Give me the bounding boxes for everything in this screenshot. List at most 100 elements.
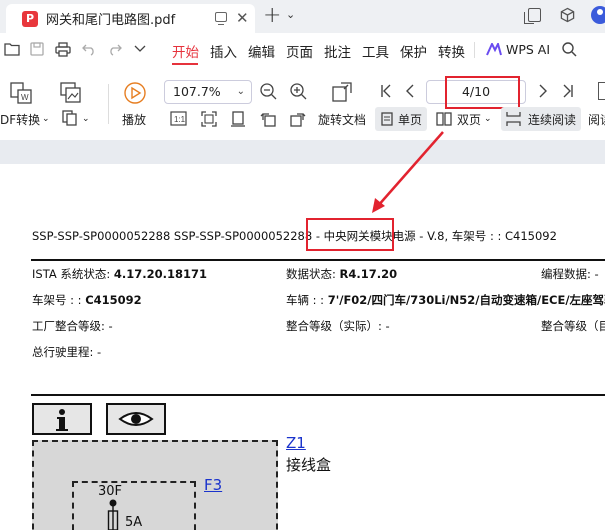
chevron-down-icon[interactable]: ⌄ — [484, 114, 492, 124]
menu-edit[interactable]: 编辑 — [248, 41, 275, 61]
page-view-icon[interactable] — [598, 82, 605, 100]
redo-icon[interactable] — [108, 42, 122, 56]
vehicle-value: 7'/F02/四门车/730Li/N52/自动变速箱/ECE/左座驾驶 — [327, 293, 605, 307]
user-avatar-icon[interactable] — [591, 6, 605, 24]
doc-header-line: SSP-SSP-SP0000052288 SSP-SSP-SP000005228… — [32, 228, 557, 244]
pdf-page: SSP-SSP-SP0000052288 SSP-SSP-SP000005228… — [0, 164, 605, 530]
undo-icon[interactable] — [82, 42, 96, 56]
vehicle: 车辆 : : 7'/F02/四门车/730Li/N52/自动变速箱/ECE/左座… — [286, 292, 605, 308]
reading-mode-button[interactable]: 阅读 — [588, 111, 605, 128]
open-folder-icon[interactable] — [4, 42, 20, 56]
copy-convert-icon[interactable] — [62, 110, 78, 126]
double-page-button[interactable]: 双页 — [457, 111, 481, 128]
fit-page-icon[interactable] — [331, 81, 353, 103]
ribbon-toolbar: W DF转换 ⌄ ⌄ 播放 107.7% ⌄ 1:1 旋转文档 4/10 单页 双… — [0, 66, 605, 140]
fuse-amp-label: 5A — [125, 515, 143, 530]
target-integration-level: 整合等级（目 — [541, 319, 605, 333]
pdf-icon: P — [22, 10, 38, 27]
eye-icon — [118, 412, 154, 426]
toolbar-divider — [108, 84, 109, 124]
wps-ai-icon — [486, 43, 502, 56]
annotation-highlight-box — [445, 76, 520, 109]
single-page-icon — [381, 112, 393, 126]
wps-ai-button[interactable]: WPS AI — [506, 42, 550, 57]
menu-protect[interactable]: 保护 — [400, 41, 427, 61]
first-page-icon[interactable] — [381, 84, 391, 98]
fuse-icon — [107, 499, 119, 530]
close-tab-icon[interactable]: ✕ — [236, 9, 249, 27]
document-tab[interactable]: P 网关和尾门电路图.pdf ✕ — [6, 4, 255, 33]
rotate-right-icon[interactable] — [290, 111, 306, 127]
search-icon[interactable] — [562, 42, 577, 57]
pdf-convert-label[interactable]: DF转换 — [0, 111, 40, 128]
vin: 车架号 : : C415092 — [32, 292, 142, 308]
fit-width-icon[interactable] — [230, 111, 246, 127]
menu-insert[interactable]: 插入 — [210, 41, 237, 61]
info-icon — [56, 409, 68, 431]
menu-page[interactable]: 页面 — [286, 41, 313, 61]
active-tab-indicator — [172, 63, 198, 65]
actual-size-icon[interactable]: 1:1 — [170, 111, 187, 126]
pdf-to-image-icon[interactable] — [60, 82, 82, 104]
divider — [31, 394, 605, 396]
actual-integration-level: 整合等级（实际）: - — [286, 319, 390, 333]
chevron-down-icon[interactable]: ⌄ — [286, 8, 295, 21]
doc-header-suffix: 电源 - V.8, 车架号 : : C415092 — [392, 229, 557, 243]
continuous-reading-icon — [506, 112, 521, 126]
data-status-value: R4.17.20 — [339, 267, 398, 281]
divider — [31, 259, 605, 261]
menu-annotate[interactable]: 批注 — [324, 41, 351, 61]
zoom-in-icon[interactable] — [290, 83, 307, 100]
ista-status: ISTA 系统状态: 4.17.20.18171 — [32, 266, 207, 282]
zoom-select[interactable]: 107.7% ⌄ — [164, 80, 252, 104]
svg-text:1:1: 1:1 — [174, 115, 186, 124]
rotate-document-button[interactable]: 旋转文档 — [318, 111, 366, 128]
save-icon[interactable] — [30, 42, 44, 56]
ista-label: ISTA 系统状态: — [32, 267, 114, 281]
window-icon[interactable] — [215, 12, 227, 25]
last-page-icon[interactable] — [563, 84, 573, 98]
chevron-down-icon: ⌄ — [236, 86, 245, 97]
vin-label: 车架号 : : — [32, 293, 86, 307]
tab-title: 网关和尾门电路图.pdf — [46, 13, 176, 28]
menu-divider — [474, 42, 475, 58]
play-icon[interactable] — [124, 82, 146, 104]
new-tab-icon[interactable]: + — [263, 3, 281, 28]
tab-bar: P 网关和尾门电路图.pdf ✕ + ⌄ — [0, 0, 605, 33]
programming-data: 编程数据: - — [541, 267, 599, 281]
next-page-icon[interactable] — [539, 84, 547, 98]
doc-header-prefix: SSP-SSP-SP0000052288 SSP-SSP-SP000005228… — [32, 229, 324, 243]
total-mileage: 总行驶里程: - — [32, 345, 102, 359]
chevron-down-icon[interactable]: ⌄ — [42, 114, 50, 124]
data-status-label: 数据状态: — [286, 267, 340, 281]
restore-window-icon[interactable] — [524, 8, 541, 24]
pdf-to-word-icon[interactable]: W — [10, 82, 32, 104]
double-page-icon[interactable] — [436, 112, 452, 126]
zoom-out-icon[interactable] — [260, 83, 277, 100]
z1-link[interactable]: Z1 — [286, 434, 306, 452]
vin-value: C415092 — [85, 293, 142, 307]
zoom-value: 107.7% — [173, 84, 221, 99]
ista-value: 4.17.20.18171 — [113, 267, 208, 281]
print-icon[interactable] — [55, 42, 71, 57]
data-status: 数据状态: R4.17.20 — [286, 266, 397, 282]
view-button[interactable] — [106, 403, 166, 435]
vehicle-label: 车辆 : : — [286, 293, 328, 307]
fuse-terminal-label: 30F — [98, 484, 123, 499]
cube-icon[interactable] — [560, 7, 575, 23]
rotate-left-icon[interactable] — [260, 111, 276, 127]
info-button[interactable] — [32, 403, 92, 435]
single-page-label: 单页 — [398, 113, 423, 127]
annotation-highlight-box — [306, 218, 394, 251]
f3-link[interactable]: F3 — [204, 476, 222, 494]
chevron-down-icon[interactable] — [134, 45, 146, 53]
chevron-down-icon[interactable]: ⌄ — [82, 114, 90, 124]
play-label[interactable]: 播放 — [122, 111, 146, 128]
previous-page-icon[interactable] — [406, 84, 414, 98]
menu-convert[interactable]: 转换 — [438, 41, 465, 61]
fit-window-icon[interactable] — [201, 111, 217, 127]
menu-home[interactable]: 开始 — [172, 41, 199, 61]
menu-tools[interactable]: 工具 — [362, 41, 389, 61]
svg-text:W: W — [21, 93, 29, 102]
factory-integration-level: 工厂整合等级: - — [32, 319, 113, 333]
